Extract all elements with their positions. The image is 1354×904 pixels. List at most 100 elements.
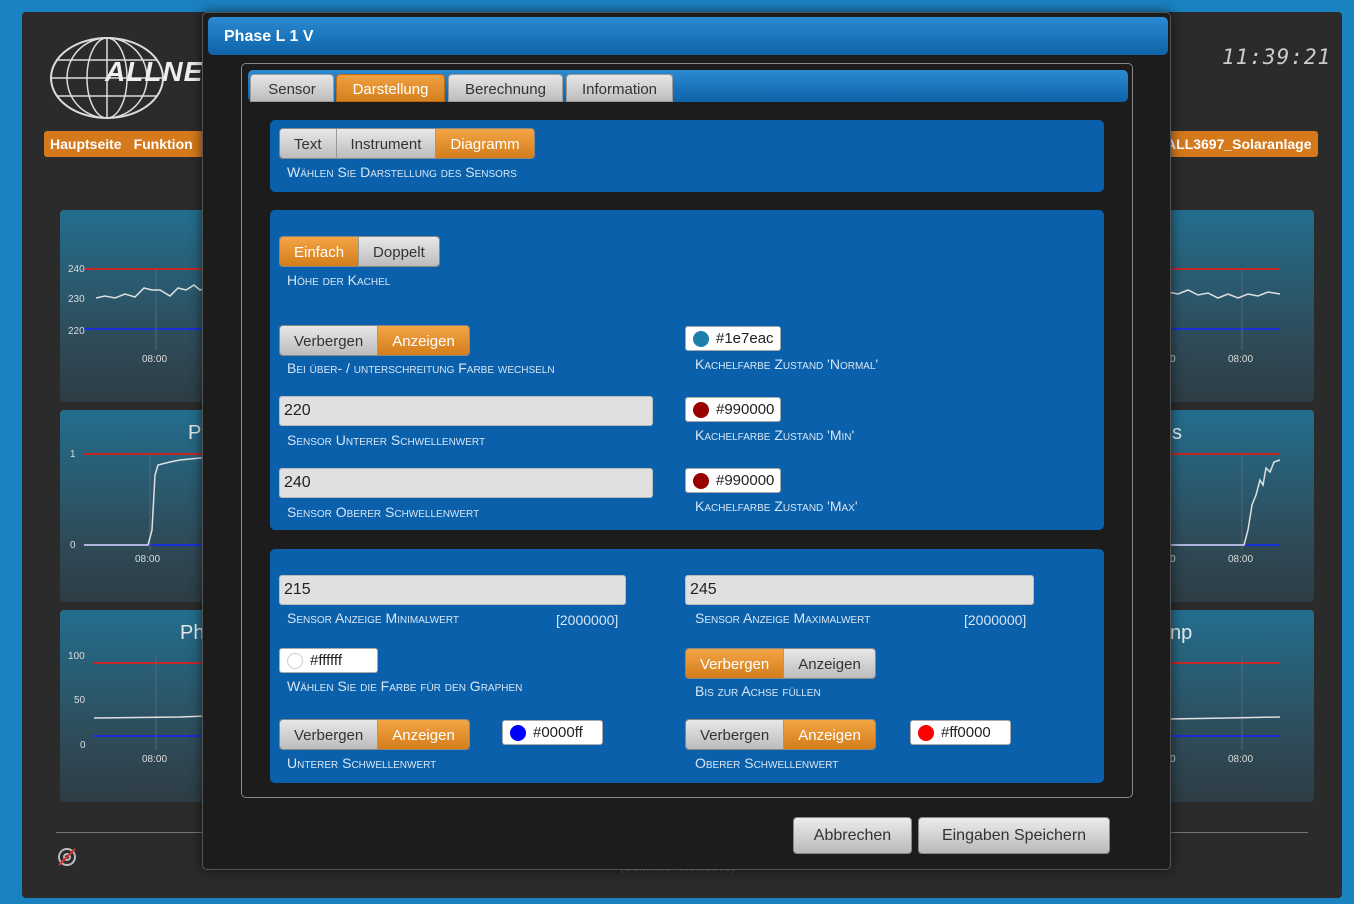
device-name-text: ALL3697_Solaranlage	[1166, 136, 1312, 152]
color-dot-icon	[693, 402, 709, 418]
clock: 11:39:21	[1222, 45, 1332, 69]
color-normal-value: #1e7eac	[716, 330, 774, 347]
display-mode-text[interactable]: Text	[280, 129, 337, 158]
tab-berechnung[interactable]: Berechnung	[448, 74, 563, 102]
cancel-button[interactable]: Abbrechen	[793, 817, 912, 854]
time-label: 08:00	[1228, 354, 1253, 365]
sensor-tile-right-1[interactable]: 0 08:00	[1168, 210, 1314, 402]
display-max-label: Sensor Anzeige Maximalwert	[695, 610, 871, 626]
display-mode-toggle: Text Instrument Diagramm	[279, 128, 535, 159]
tick-label: 220	[68, 326, 85, 337]
time-label: 08:00	[142, 754, 167, 765]
tile-height-label: Höhe der Kachel	[287, 272, 391, 288]
chart-settings-panel: Sensor Anzeige Minimalwert [2000000] Sen…	[270, 549, 1104, 783]
upper-threshold-label: Sensor Oberer Schwellenwert	[287, 504, 480, 520]
color-change-toggle: Verbergen Anzeigen	[279, 325, 470, 356]
color-min-value: #990000	[716, 401, 775, 418]
color-dot-icon	[510, 725, 526, 741]
graph-color-value: #ffffff	[310, 652, 342, 669]
tab-darstellung[interactable]: Darstellung	[336, 74, 445, 102]
color-normal-label: Kachelfarbe Zustand 'Normal'	[695, 356, 879, 372]
lower-line-show[interactable]: Anzeigen	[378, 720, 469, 749]
display-mode-diagram[interactable]: Diagramm	[436, 129, 534, 158]
color-max-label: Kachelfarbe Zustand 'Max'	[695, 498, 858, 514]
lower-line-hide[interactable]: Verbergen	[280, 720, 379, 749]
tile-settings-panel: Einfach Doppelt Höhe der Kachel Verberge…	[270, 210, 1104, 530]
tile-height-double[interactable]: Doppelt	[359, 237, 439, 266]
upper-threshold-input[interactable]	[279, 468, 653, 498]
tab-bar: Sensor Darstellung Berechnung Informatio…	[248, 70, 1128, 102]
tile-chart: 0 08:00	[1168, 655, 1281, 765]
tick-label: 240	[68, 264, 85, 275]
fill-axis-hide[interactable]: Verbergen	[686, 649, 785, 678]
sensor-tile-right-3[interactable]: np 0 08:00	[1168, 610, 1314, 802]
display-max-hint: [2000000]	[964, 612, 1027, 628]
color-dot-icon	[693, 331, 709, 347]
time-label: 08:00	[1228, 554, 1253, 565]
color-min-picker[interactable]: #990000	[685, 397, 782, 422]
tile-height-single[interactable]: Einfach	[280, 237, 360, 266]
tile-chart: 240 230 220 08:00	[68, 264, 206, 365]
lower-line-color-picker[interactable]: #0000ff	[502, 720, 603, 745]
color-dot-icon	[287, 653, 303, 669]
color-change-show[interactable]: Anzeigen	[378, 326, 469, 355]
lower-threshold-input[interactable]	[279, 396, 653, 426]
sensor-tile-phase[interactable]: Ph 100 50 0 08:00	[60, 610, 206, 802]
upper-line-toggle: Verbergen Anzeigen	[685, 719, 876, 750]
lower-line-toggle: Verbergen Anzeigen	[279, 719, 470, 750]
color-max-picker[interactable]: #990000	[685, 468, 782, 493]
display-min-input[interactable]	[279, 575, 626, 605]
device-name-badge[interactable]: ALL3697_Solaranlage	[1160, 131, 1318, 157]
fill-axis-label: Bis zur Achse füllen	[695, 683, 821, 699]
time-label: 08:00	[1228, 754, 1253, 765]
upper-line-color-picker[interactable]: #ff0000	[910, 720, 1011, 745]
display-min-label: Sensor Anzeige Minimalwert	[287, 610, 459, 626]
tile-chart: 0 08:00	[1168, 268, 1281, 365]
nav-item-funktionen[interactable]: Funktion	[134, 136, 193, 152]
color-normal-picker[interactable]: #1e7eac	[685, 326, 781, 351]
color-change-label: Bei über- / unterschreitung Farbe wechse…	[287, 360, 555, 376]
upper-line-label: Oberer Schwellenwert	[695, 755, 839, 771]
color-min-label: Kachelfarbe Zustand 'Min'	[695, 427, 855, 443]
tick-label: 1	[70, 449, 76, 460]
sensor-tile-voltage[interactable]: 240 230 220 08:00	[60, 210, 206, 402]
dialog-content: Sensor Darstellung Berechnung Informatio…	[241, 63, 1133, 798]
lower-line-label: Unterer Schwellenwert	[287, 755, 437, 771]
time-label: 08:00	[142, 354, 167, 365]
fill-axis-show[interactable]: Anzeigen	[784, 649, 875, 678]
lower-line-color-value: #0000ff	[533, 724, 583, 741]
tick-label: 0	[70, 540, 76, 551]
tile-chart: 1 0 08:00	[70, 449, 206, 565]
tick-label: 50	[74, 695, 86, 706]
upper-line-hide[interactable]: Verbergen	[686, 720, 785, 749]
display-mode-panel: Text Instrument Diagramm Wählen Sie Dars…	[270, 120, 1104, 192]
save-button[interactable]: Eingaben Speichern	[918, 817, 1110, 854]
nav-item-hauptseite[interactable]: Hauptseite	[50, 136, 122, 152]
graph-color-label: Wählen Sie die Farbe für den Graphen	[287, 678, 523, 694]
color-dot-icon	[918, 725, 934, 741]
main-nav: Hauptseite Funktion	[44, 131, 219, 157]
color-max-value: #990000	[716, 472, 775, 489]
tick-label: 100	[68, 651, 85, 662]
color-dot-icon	[693, 473, 709, 489]
fill-axis-toggle: Verbergen Anzeigen	[685, 648, 876, 679]
color-change-hide[interactable]: Verbergen	[280, 326, 379, 355]
lower-threshold-label: Sensor Unterer Schwellenwert	[287, 432, 486, 448]
tab-sensor[interactable]: Sensor	[250, 74, 334, 102]
settings-off-icon[interactable]	[56, 846, 78, 868]
upper-line-show[interactable]: Anzeigen	[784, 720, 875, 749]
display-max-input[interactable]	[685, 575, 1034, 605]
graph-color-picker[interactable]: #ffffff	[279, 648, 378, 673]
sensor-tile-power[interactable]: P 1 0 08:00	[60, 410, 206, 602]
tile-height-toggle: Einfach Doppelt	[279, 236, 440, 267]
tab-information[interactable]: Information	[566, 74, 673, 102]
display-mode-label: Wählen Sie Darstellung des Sensors	[287, 164, 517, 180]
tick-label: 0	[80, 740, 86, 751]
display-min-hint: [2000000]	[556, 612, 619, 628]
tile-chart: 100 50 0 08:00	[68, 651, 206, 765]
time-label: 08:00	[135, 554, 160, 565]
dialog-title: Phase L 1 V	[208, 17, 1168, 55]
display-mode-instrument[interactable]: Instrument	[336, 129, 437, 158]
sensor-tile-right-2[interactable]: s 0 08:00	[1168, 410, 1314, 602]
tick-label: 230	[68, 294, 85, 305]
